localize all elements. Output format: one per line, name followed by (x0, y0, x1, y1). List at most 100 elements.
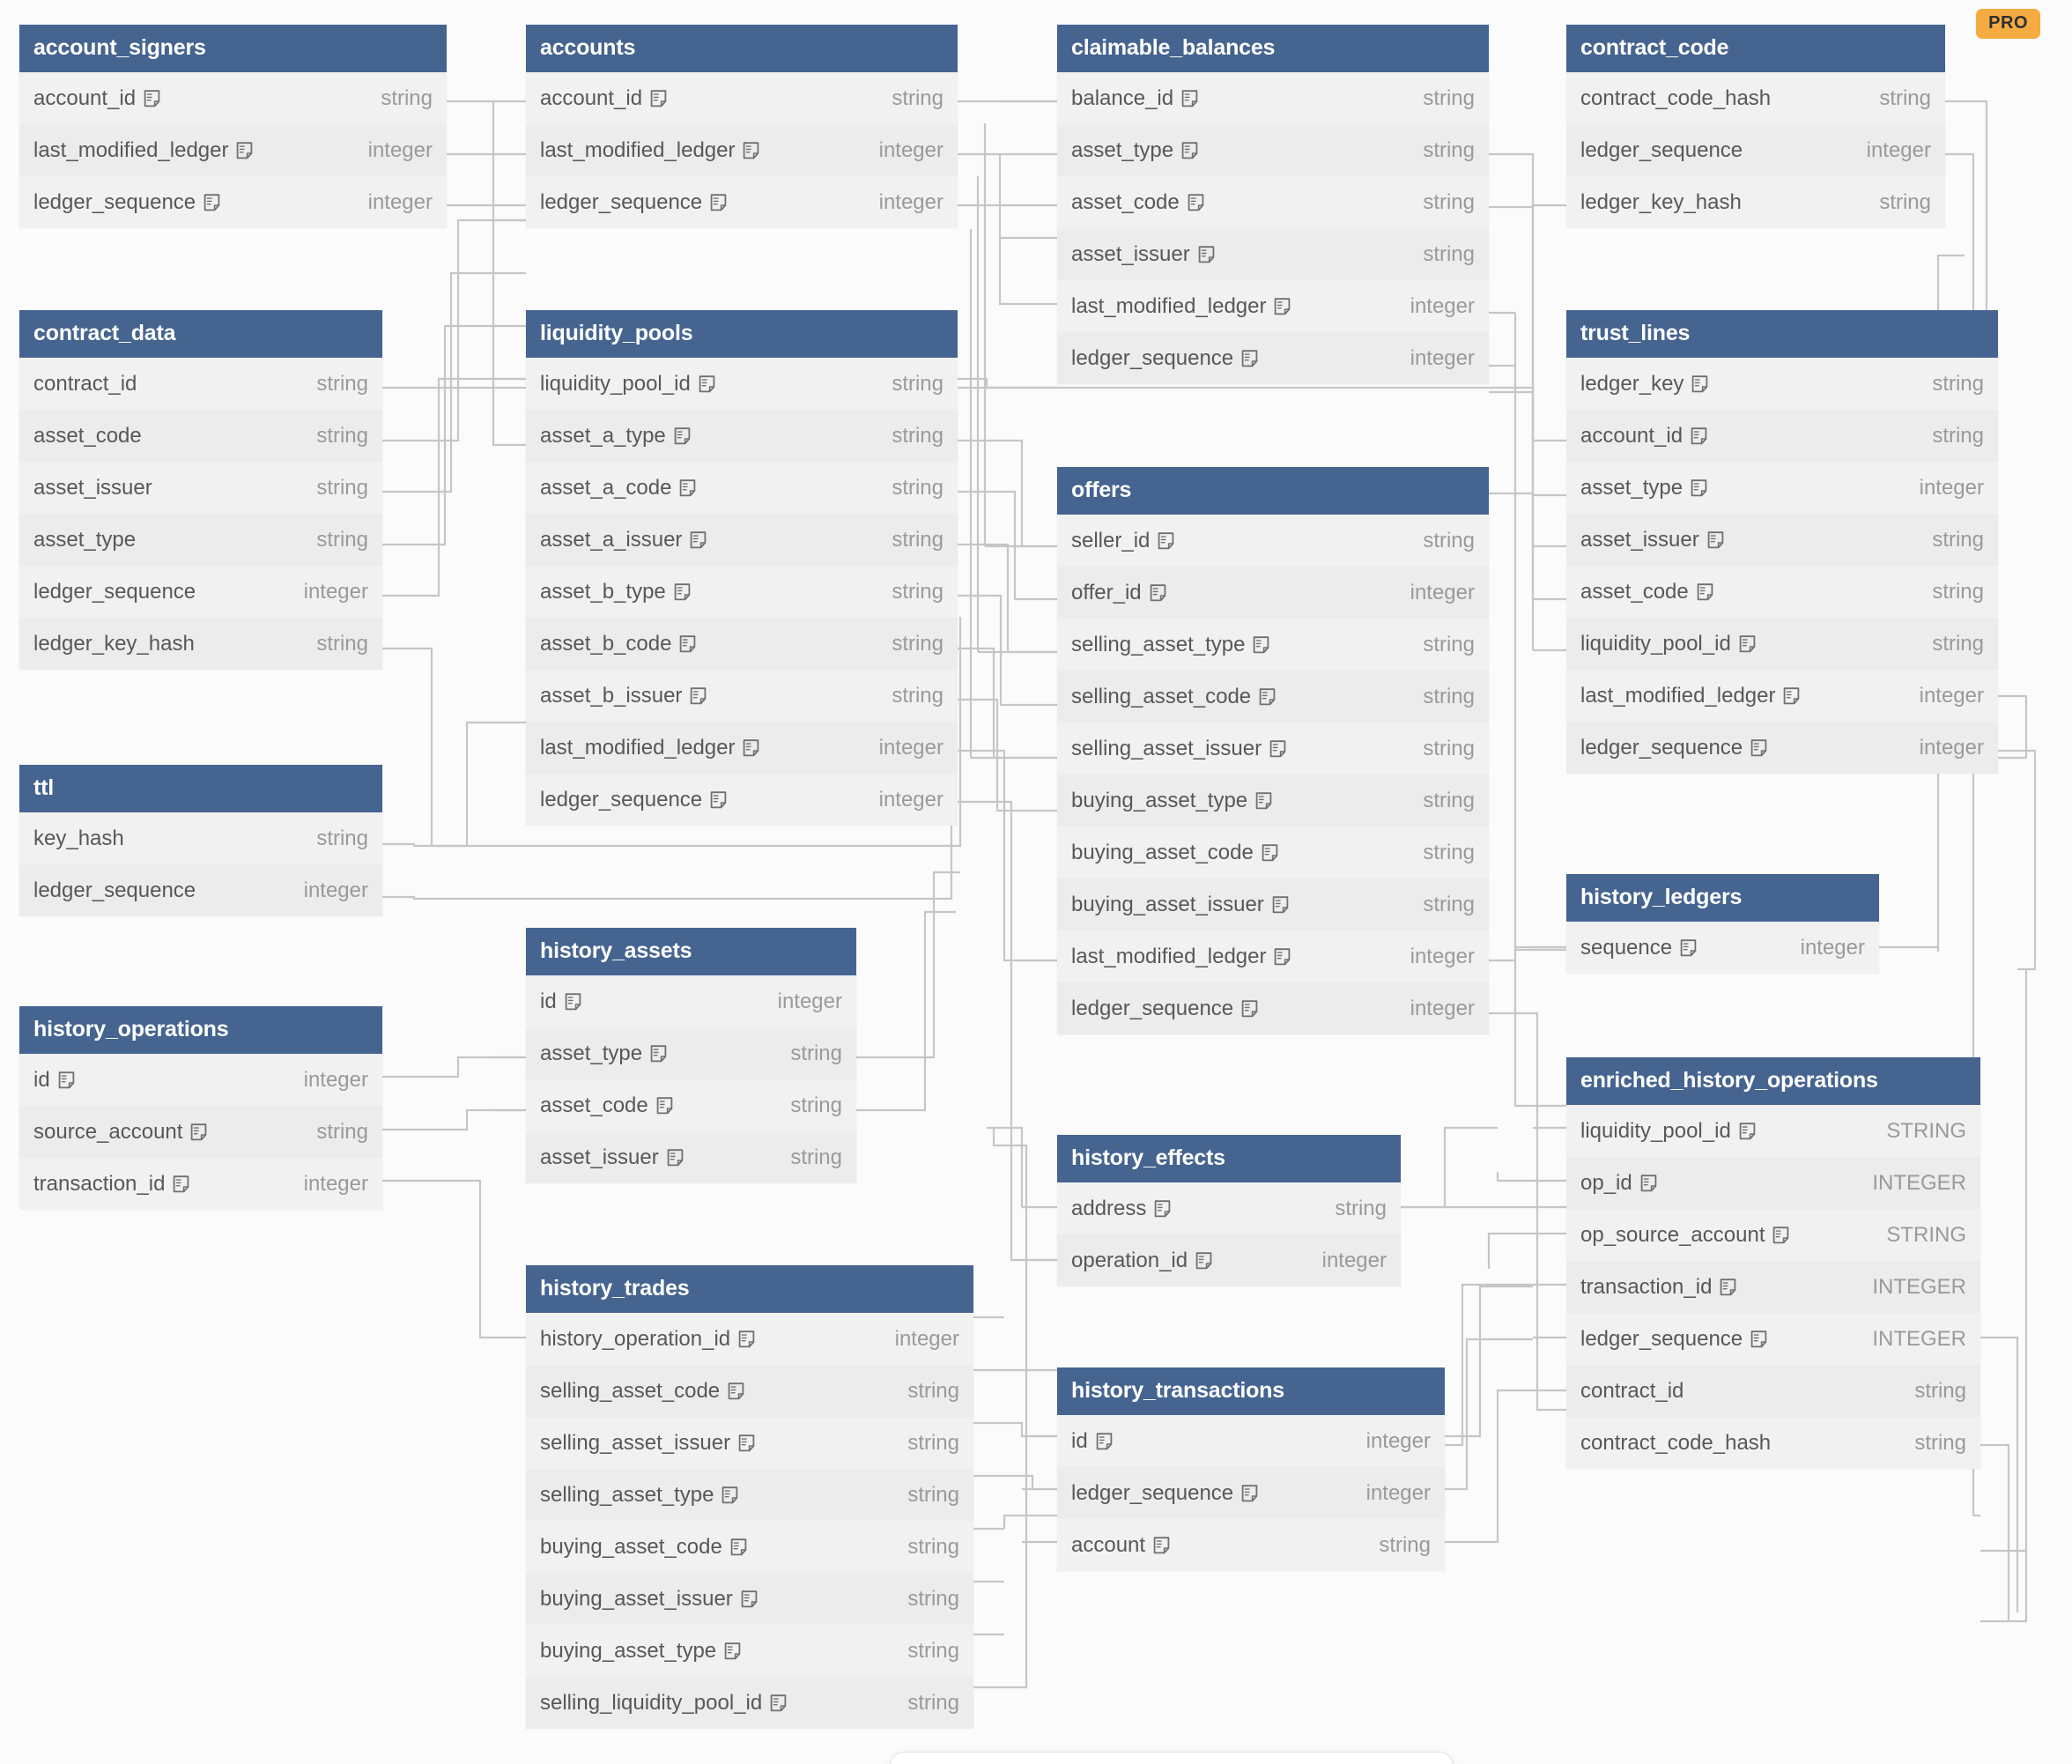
table-row[interactable]: asset_a_code string (526, 462, 958, 514)
table-row[interactable]: asset_code string (1057, 176, 1489, 228)
table-row[interactable]: buying_asset_code string (1057, 826, 1489, 878)
table-row[interactable]: buying_asset_type string (1057, 775, 1489, 826)
table-row[interactable]: asset_a_issuer string (526, 514, 958, 566)
pro-badge[interactable]: PRO (1976, 9, 2040, 39)
table-row[interactable]: asset_code string (526, 1079, 856, 1131)
table-row[interactable]: selling_asset_code string (526, 1365, 973, 1417)
table-row[interactable]: asset_code string (1566, 566, 1998, 618)
entity-history_transactions[interactable]: history_transactions id integer ledger_sequ… (1057, 1367, 1445, 1571)
entity-fields-ttl: key_hash string ledger_sequence integer (19, 812, 382, 916)
table-row[interactable]: ledger_sequence integer (526, 176, 958, 228)
table-row[interactable]: liquidity_pool_id string (1566, 618, 1998, 670)
table-row[interactable]: contract_code_hash string (1566, 1417, 1980, 1469)
table-row[interactable]: asset_a_type string (526, 410, 958, 462)
entity-accounts[interactable]: accounts account_id string last_modified_le… (526, 25, 958, 228)
table-row[interactable]: selling_liquidity_pool_id string (526, 1677, 973, 1729)
table-row[interactable]: ledger_sequence integer (19, 566, 382, 618)
table-row[interactable]: last_modified_ledger integer (19, 124, 447, 176)
table-row[interactable]: id integer (1057, 1415, 1445, 1467)
table-row[interactable]: account string (1057, 1519, 1445, 1571)
table-row[interactable]: last_modified_ledger integer (1057, 280, 1489, 332)
bottom-toolbar[interactable] (890, 1752, 1454, 1764)
entity-history_trades[interactable]: history_trades history_operation_id intege… (526, 1265, 973, 1729)
table-row[interactable]: account_id string (526, 72, 958, 124)
table-row[interactable]: asset_code string (19, 410, 382, 462)
table-row[interactable]: buying_asset_issuer string (1057, 878, 1489, 930)
table-row[interactable]: ledger_key string (1566, 358, 1998, 410)
table-row[interactable]: account_id string (1566, 410, 1998, 462)
table-row[interactable]: buying_asset_issuer string (526, 1573, 973, 1625)
table-row[interactable]: ledger_sequence integer (1057, 1467, 1445, 1519)
table-row[interactable]: contract_code_hash string (1566, 72, 1945, 124)
entity-history_ledgers[interactable]: history_ledgers sequence integer (1566, 874, 1879, 974)
table-row[interactable]: offer_id integer (1057, 567, 1489, 619)
table-row[interactable]: selling_asset_code string (1057, 671, 1489, 723)
table-row[interactable]: asset_type string (1057, 124, 1489, 176)
table-row[interactable]: ledger_sequence integer (1057, 982, 1489, 1034)
table-row[interactable]: operation_id integer (1057, 1234, 1401, 1286)
entity-enriched_history_operations[interactable]: enriched_history_operations liquidity_poo… (1566, 1057, 1980, 1469)
table-row[interactable]: ledger_sequence INTEGER (1566, 1313, 1980, 1365)
table-row[interactable]: asset_issuer string (526, 1131, 856, 1183)
table-row[interactable]: transaction_id INTEGER (1566, 1261, 1980, 1313)
entity-history_effects[interactable]: history_effects address string operation_id… (1057, 1135, 1401, 1286)
entity-claimable_balances[interactable]: claimable_balances balance_id string asset_… (1057, 25, 1489, 384)
table-row[interactable]: source_account string (19, 1106, 382, 1158)
table-row[interactable]: account_id string (19, 72, 447, 124)
table-row[interactable]: op_id INTEGER (1566, 1157, 1980, 1209)
table-row[interactable]: ledger_sequence integer (19, 864, 382, 916)
table-row[interactable]: liquidity_pool_id string (526, 358, 958, 410)
table-row[interactable]: contract_id string (1566, 1365, 1980, 1417)
table-row[interactable]: asset_type string (19, 514, 382, 566)
table-row[interactable]: last_modified_ledger integer (1057, 930, 1489, 982)
field-cell: offer_id (1071, 581, 1166, 605)
entity-history_assets[interactable]: history_assets id integer asset_type string a… (526, 928, 856, 1183)
table-row[interactable]: balance_id string (1057, 72, 1489, 124)
table-row[interactable]: last_modified_ledger integer (526, 124, 958, 176)
table-row[interactable]: ledger_sequence integer (1057, 332, 1489, 384)
table-row[interactable]: seller_id string (1057, 515, 1489, 567)
table-row[interactable]: asset_issuer string (19, 462, 382, 514)
table-row[interactable]: asset_issuer string (1566, 514, 1998, 566)
table-row[interactable]: asset_type integer (1566, 462, 1998, 514)
entity-offers[interactable]: offers seller_id string offer_id integer sell… (1057, 467, 1489, 1034)
table-row[interactable]: asset_b_code string (526, 618, 958, 670)
table-row[interactable]: id integer (526, 975, 856, 1027)
table-row[interactable]: op_source_account STRING (1566, 1209, 1980, 1261)
table-row[interactable]: asset_issuer string (1057, 228, 1489, 280)
entity-account_signers[interactable]: account_signers account_id string last_modi… (19, 25, 447, 228)
table-row[interactable]: selling_asset_issuer string (526, 1417, 973, 1469)
table-row[interactable]: asset_b_issuer string (526, 670, 958, 722)
table-row[interactable]: ledger_sequence integer (1566, 722, 1998, 774)
table-row[interactable]: id integer (19, 1054, 382, 1106)
table-row[interactable]: contract_id string (19, 358, 382, 410)
table-row[interactable]: asset_type string (526, 1027, 856, 1079)
table-row[interactable]: selling_asset_issuer string (1057, 723, 1489, 775)
table-row[interactable]: last_modified_ledger integer (526, 722, 958, 774)
entity-contract_code[interactable]: contract_code contract_code_hash string led… (1566, 25, 1945, 228)
table-row[interactable]: buying_asset_code string (526, 1521, 973, 1573)
table-row[interactable]: last_modified_ledger integer (1566, 670, 1998, 722)
entity-liquidity_pools[interactable]: liquidity_pools liquidity_pool_id string as… (526, 310, 958, 826)
table-row[interactable]: ledger_sequence integer (526, 774, 958, 826)
table-row[interactable]: liquidity_pool_id STRING (1566, 1105, 1980, 1157)
table-row[interactable]: ledger_key_hash string (19, 618, 382, 670)
table-row[interactable]: history_operation_id integer (526, 1313, 973, 1365)
entity-trust_lines[interactable]: trust_lines ledger_key string account_id str… (1566, 310, 1998, 774)
table-row[interactable]: key_hash string (19, 812, 382, 864)
er-diagram-canvas[interactable]: PRO account_signers account_id string last_… (0, 0, 2072, 1764)
table-row[interactable]: ledger_sequence integer (19, 176, 447, 228)
table-row[interactable]: buying_asset_type string (526, 1625, 973, 1677)
entity-contract_data[interactable]: contract_data contract_id string asset_code… (19, 310, 382, 670)
table-row[interactable]: address string (1057, 1182, 1401, 1234)
table-row[interactable]: ledger_sequence integer (1566, 124, 1945, 176)
table-row[interactable]: selling_asset_type string (1057, 619, 1489, 671)
table-row[interactable]: selling_asset_type string (526, 1469, 973, 1521)
table-row[interactable]: asset_b_type string (526, 566, 958, 618)
field-name: selling_asset_type (540, 1482, 714, 1507)
table-row[interactable]: transaction_id integer (19, 1158, 382, 1210)
table-row[interactable]: sequence integer (1566, 922, 1879, 974)
entity-history_operations[interactable]: history_operations id integer source_accoun… (19, 1006, 382, 1210)
table-row[interactable]: ledger_key_hash string (1566, 176, 1945, 228)
entity-ttl[interactable]: ttl key_hash string ledger_sequence integer (19, 765, 382, 916)
